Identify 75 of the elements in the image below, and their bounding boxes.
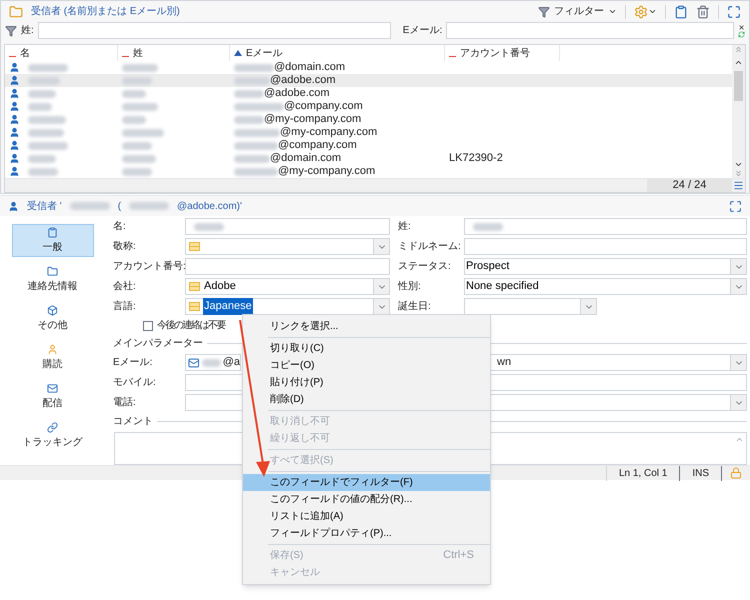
column-header[interactable]: アカウント番号	[445, 45, 560, 61]
insert-mode: INS	[679, 466, 722, 480]
field-value: Prospect	[465, 259, 510, 274]
dropdown-field[interactable]: Adobe	[185, 278, 390, 295]
table-row[interactable]: @company.com	[5, 139, 732, 152]
checkbox-label: 今後の連絡は不要	[157, 318, 225, 333]
menu-item[interactable]: 切り取り(C)	[243, 340, 490, 357]
table-cell-text: @my-company.com	[278, 164, 376, 180]
menu-item[interactable]: フィールドプロパティ(P)...	[243, 525, 490, 542]
table-cell-text: @domain.com	[270, 151, 342, 166]
table-row[interactable]: @adobe.com	[5, 74, 732, 87]
table-cell-text: @adobe.com	[270, 73, 336, 88]
nav-tab[interactable]: その他	[12, 302, 94, 335]
table-cell-text: @adobe.com	[264, 86, 330, 101]
table-cell-text: @company.com	[284, 99, 363, 114]
table-row[interactable]: @domain.com	[5, 61, 732, 74]
field-label: 言語:	[113, 300, 137, 314]
dropdown-field[interactable]: Japanese	[185, 298, 390, 315]
field-value: @a	[222, 355, 240, 370]
nav-tab[interactable]: 配信	[12, 380, 94, 413]
column-header[interactable]: 名	[5, 45, 118, 61]
record-count: 24 / 24	[672, 178, 706, 194]
menu-item[interactable]: 削除(D)	[243, 391, 490, 408]
field-label: 性別:	[398, 280, 422, 294]
field-label: モバイル:	[113, 376, 157, 390]
section-title: メインパラメーター	[113, 337, 203, 351]
table-row[interactable]: @adobe.com	[5, 87, 732, 100]
field-label: 姓:	[398, 220, 412, 234]
column-header[interactable]: Eメール	[230, 45, 445, 61]
field-value: Adobe	[203, 279, 237, 294]
cursor-position: Ln 1, Col 1	[606, 466, 680, 480]
dropdown-field[interactable]: Prospect	[464, 258, 747, 275]
nav-tab[interactable]: 購読	[12, 341, 94, 374]
detail-title: (	[118, 200, 122, 214]
table-cell: LK72390-2	[449, 152, 503, 164]
filter-label: 姓:	[21, 24, 34, 38]
filter-button[interactable]: フィルター	[538, 4, 617, 19]
field-label: アカウント番号:	[113, 260, 185, 274]
table-row[interactable]: @my-company.com	[5, 113, 732, 126]
email-field[interactable]: @a	[185, 354, 241, 371]
menu-item[interactable]: リンクを選択...	[243, 318, 490, 335]
field-label: 会社:	[113, 280, 137, 294]
table-cell-text: @company.com	[278, 138, 357, 153]
table-row[interactable]: @company.com	[5, 100, 732, 113]
menu-item[interactable]: リストに追加(A)	[243, 508, 490, 525]
panel-title: 受信者 (名前別または Eメール別)	[31, 4, 180, 19]
detail-title: @adobe.com)'	[177, 200, 242, 214]
menu-item[interactable]: このフィールドの値の配分(R)...	[243, 491, 490, 508]
nav-tab[interactable]: 一般	[12, 224, 94, 257]
field-label: 電話:	[113, 396, 137, 410]
table-row[interactable]: @domain.com LK72390-2	[5, 152, 732, 165]
section-title: コメント	[113, 415, 153, 429]
field-label: ステータス:	[398, 260, 452, 274]
field-value: Japanese	[203, 298, 253, 315]
field-label: 敬称:	[113, 240, 137, 254]
field-label: Eメール:	[113, 356, 154, 370]
dropdown-field[interactable]: None specified	[464, 278, 747, 295]
column-header[interactable]: 姓	[118, 45, 230, 61]
nav-tab[interactable]: 連絡先情報	[12, 263, 94, 296]
shortcut-label: Ctrl+S	[443, 548, 474, 564]
field-value: None specified	[465, 279, 540, 294]
menu-item[interactable]: 貼り付け(P)	[243, 374, 490, 391]
table-cell-text: @domain.com	[274, 60, 346, 75]
menu-item[interactable]: このフィールドでフィルター(F)	[243, 474, 490, 491]
detail-title: 受信者 '	[27, 200, 62, 214]
field-label: 名:	[113, 220, 127, 234]
table-cell-text: @my-company.com	[280, 125, 378, 140]
table-row[interactable]: @my-company.com	[5, 126, 732, 139]
filter-label: Eメール:	[402, 24, 442, 38]
field-label: ミドルネーム:	[398, 240, 462, 254]
nav-tab[interactable]: トラッキング	[12, 419, 94, 452]
table-cell-text: @my-company.com	[264, 112, 362, 127]
field-value: wn	[497, 355, 512, 370]
field-label: 誕生日:	[398, 300, 432, 314]
table-row[interactable]: @my-company.com	[5, 165, 732, 178]
